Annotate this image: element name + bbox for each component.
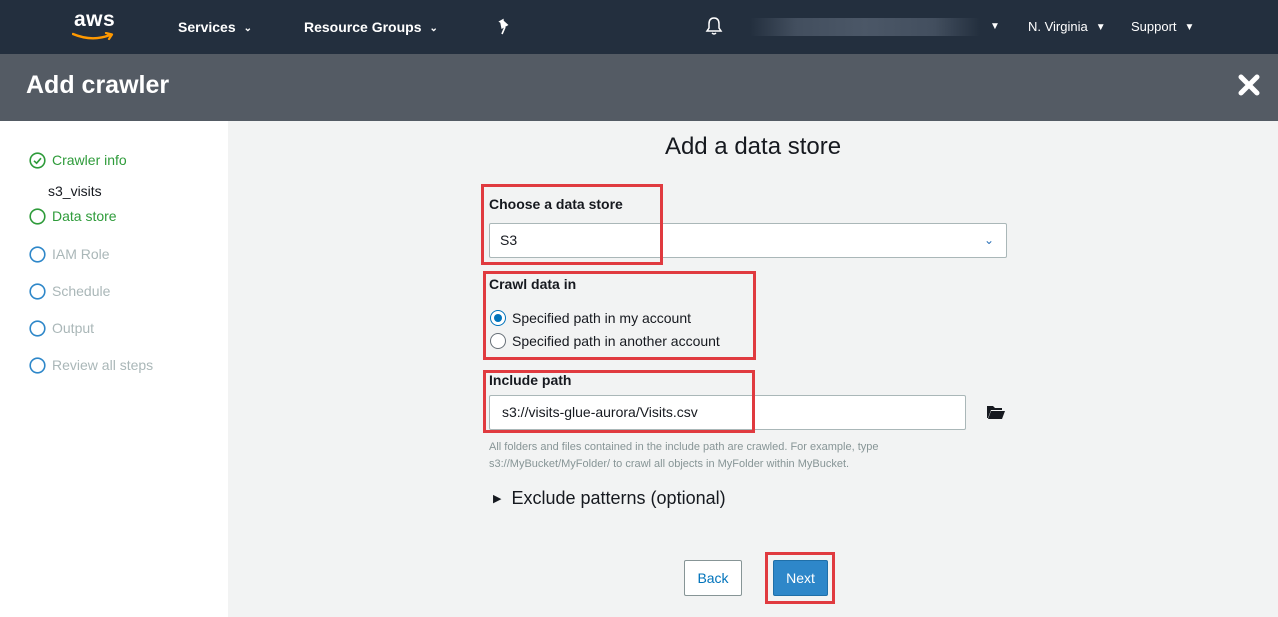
pin-icon[interactable] [497,18,513,36]
chevron-down-icon: ⌄ [429,23,438,34]
support-menu[interactable]: Support ▼ [1131,0,1194,54]
resource-groups-label: Resource Groups [304,19,422,35]
highlight-box [483,271,756,360]
page-header: Add crawler [0,54,1278,121]
resource-groups-menu[interactable]: Resource Groups ⌄ [304,0,438,54]
step-crawler-info[interactable]: Crawler info [29,150,127,170]
include-path-help: All folders and files contained in the i… [489,439,1009,473]
bell-icon[interactable] [705,16,723,36]
main-panel [228,121,1278,617]
caret-right-icon: ▶ [493,493,502,505]
highlight-box [483,370,755,433]
chevron-down-icon: ⌄ [243,23,252,34]
circle-icon [29,319,46,337]
help-line-1: All folders and files contained in the i… [489,441,879,453]
step-label: Data store [52,208,117,224]
step-label: Output [52,320,95,336]
caret-down-icon: ▼ [1184,22,1195,33]
step-label: Crawler info [52,152,127,168]
highlight-box [765,552,835,604]
step-label: IAM Role [52,246,110,262]
step-review[interactable]: Review all steps [29,355,153,375]
top-nav: aws Services ⌄ Resource Groups ⌄ ▼ N. Virg… [0,0,1278,54]
back-button[interactable]: Back [684,560,742,596]
close-icon[interactable] [1237,73,1261,97]
folder-open-icon[interactable] [986,403,1006,421]
circle-icon [29,282,46,300]
section-title: Add a data store [664,133,842,160]
exclude-patterns-toggle[interactable]: ▶ Exclude patterns (optional) [493,488,726,509]
step-label: Review all steps [52,357,154,373]
chevron-down-icon: ⌄ [983,233,994,247]
circle-icon [29,356,46,374]
crawler-name: s3_visits [48,183,102,199]
step-data-store[interactable]: Data store [29,206,117,226]
help-line-2: s3://MyBucket/MyFolder/ to crawl all obj… [489,458,850,470]
step-output[interactable]: Output [29,318,94,338]
step-label: Schedule [52,283,111,299]
support-label: Support [1131,19,1177,34]
page-title: Add crawler [26,71,170,99]
aws-smile-icon [72,32,114,41]
aws-logo-text: aws [74,8,116,31]
step-iam-role[interactable]: IAM Role [29,244,110,264]
check-circle-icon [29,151,46,169]
circle-icon [29,245,46,263]
circle-icon [29,207,46,225]
account-menu[interactable] [750,18,980,36]
step-schedule[interactable]: Schedule [29,281,110,301]
caret-down-icon: ▼ [1095,22,1106,33]
region-label: N. Virginia [1028,19,1088,34]
caret-down-icon[interactable]: ▼ [990,0,1000,54]
services-menu[interactable]: Services ⌄ [178,0,252,54]
highlight-box [481,184,663,265]
services-label: Services [178,19,236,35]
aws-logo[interactable]: aws [70,8,126,44]
region-menu[interactable]: N. Virginia ▼ [1028,0,1106,54]
exclude-label: Exclude patterns (optional) [511,488,726,508]
